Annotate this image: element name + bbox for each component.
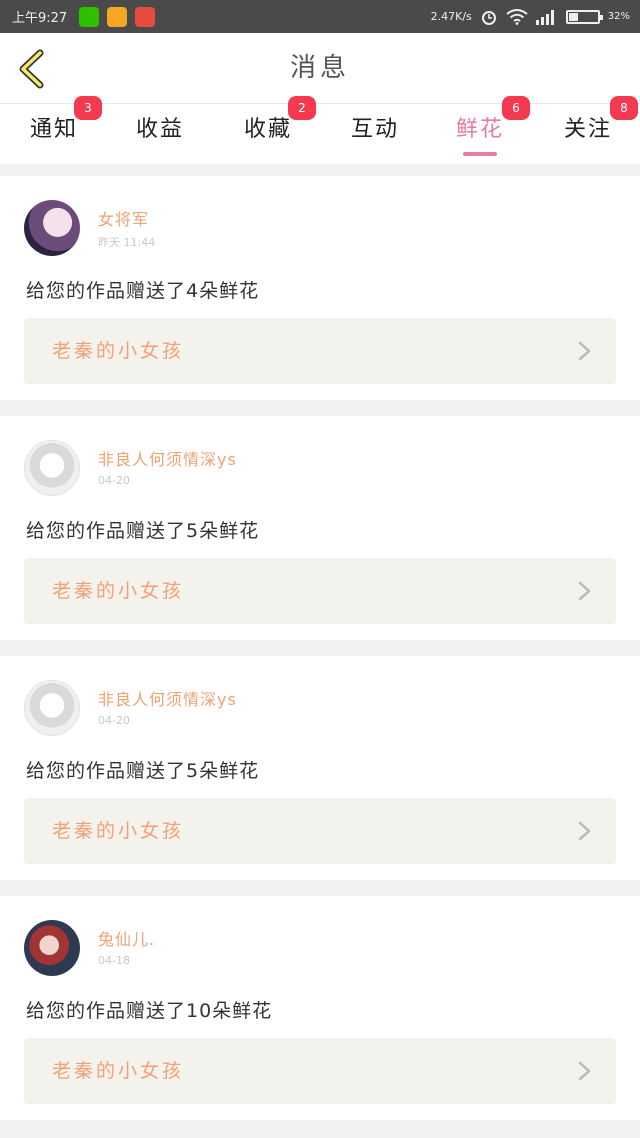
- work-title: 老秦的小女孩: [52, 340, 185, 362]
- status-time: 上午9:27: [12, 11, 68, 26]
- status-left: 上午9:27: [12, 0, 156, 33]
- tab-label: 互动: [350, 117, 399, 142]
- message-list: 女将军 昨天 11:44 给您的作品赠送了4朵鲜花 老秦的小女孩 非良人何须情深…: [0, 176, 640, 1136]
- avatar[interactable]: [24, 200, 80, 256]
- badge-count: 3: [74, 96, 102, 120]
- tab-label: 收益: [135, 117, 184, 142]
- sender-name[interactable]: 非良人何须情深ys: [98, 446, 237, 470]
- network-speed: 2.47K/s: [430, 10, 472, 23]
- chevron-right-icon: [578, 581, 591, 601]
- tab-bar: 通知 3 收益 收藏 2 互动 鲜花 6 关注 8: [0, 96, 640, 164]
- chevron-right-icon: [578, 821, 591, 841]
- badge-count: 2: [288, 96, 316, 120]
- message-text: 给您的作品赠送了10朵鲜花: [26, 1000, 273, 1022]
- work-title: 老秦的小女孩: [52, 1060, 185, 1082]
- tab-underline: [463, 152, 497, 156]
- sender-name[interactable]: 女将军: [98, 206, 149, 230]
- wechat-icon: [79, 6, 100, 27]
- badge-count: 8: [610, 96, 638, 120]
- avatar[interactable]: [24, 680, 80, 736]
- message-text: 给您的作品赠送了5朵鲜花: [26, 760, 260, 782]
- battery-percent: 32%: [607, 11, 630, 22]
- battery-level: [568, 12, 578, 21]
- tab-label: 关注: [563, 117, 612, 142]
- avatar[interactable]: [24, 440, 80, 496]
- work-title: 老秦的小女孩: [52, 820, 185, 842]
- tab-earnings[interactable]: 收益: [110, 104, 210, 164]
- message-card: 非良人何须情深ys 04-20 给您的作品赠送了5朵鲜花 老秦的小女孩: [0, 656, 640, 880]
- tab-flowers[interactable]: 鲜花 6: [430, 96, 530, 164]
- message-card: 非良人何须情深ys 04-20 给您的作品赠送了5朵鲜花 老秦的小女孩: [0, 416, 640, 640]
- work-link[interactable]: 老秦的小女孩: [24, 798, 616, 864]
- message-time: 04-20: [98, 714, 130, 727]
- chevron-right-icon: [578, 341, 591, 361]
- tab-favorites[interactable]: 收藏 2: [218, 96, 318, 164]
- work-link[interactable]: 老秦的小女孩: [24, 558, 616, 624]
- sender-name[interactable]: 兔仙儿.: [98, 926, 155, 950]
- work-link[interactable]: 老秦的小女孩: [24, 1038, 616, 1104]
- page-title: 消息: [289, 53, 350, 83]
- badge-count: 6: [502, 96, 530, 120]
- message-text: 给您的作品赠送了4朵鲜花: [26, 280, 260, 302]
- tab-label: 通知: [29, 117, 78, 142]
- status-right: 2.47K/s 32%: [431, 0, 630, 33]
- message-time: 04-20: [98, 474, 130, 487]
- chevron-right-icon: [578, 1061, 591, 1081]
- message-text: 给您的作品赠送了5朵鲜花: [26, 520, 260, 542]
- message-time: 昨天 11:44: [98, 236, 156, 249]
- wifi-icon: [506, 8, 528, 25]
- message-card: 兔仙儿. 04-18 给您的作品赠送了10朵鲜花 老秦的小女孩: [0, 896, 640, 1120]
- sender-name[interactable]: 非良人何须情深ys: [98, 686, 237, 710]
- avatar[interactable]: [24, 920, 80, 976]
- tab-label: 收藏: [243, 117, 292, 142]
- app-notification-icon: [107, 6, 128, 27]
- signal-icon: [535, 9, 554, 25]
- battery-icon: [565, 9, 603, 24]
- work-link[interactable]: 老秦的小女孩: [24, 318, 616, 384]
- status-bar: 上午9:27 2.47K/s 32%: [0, 0, 640, 33]
- nav-header: 消息: [0, 33, 640, 104]
- tab-notifications[interactable]: 通知 3: [4, 96, 104, 164]
- alarm-icon: [481, 10, 496, 25]
- tab-label: 鲜花: [455, 117, 504, 142]
- message-time: 04-18: [98, 954, 130, 967]
- tab-following[interactable]: 关注 8: [538, 96, 638, 164]
- message-card: 女将军 昨天 11:44 给您的作品赠送了4朵鲜花 老秦的小女孩: [0, 176, 640, 400]
- shopping-app-icon: [135, 6, 156, 27]
- tab-interactions[interactable]: 互动: [325, 104, 425, 164]
- work-title: 老秦的小女孩: [52, 580, 185, 602]
